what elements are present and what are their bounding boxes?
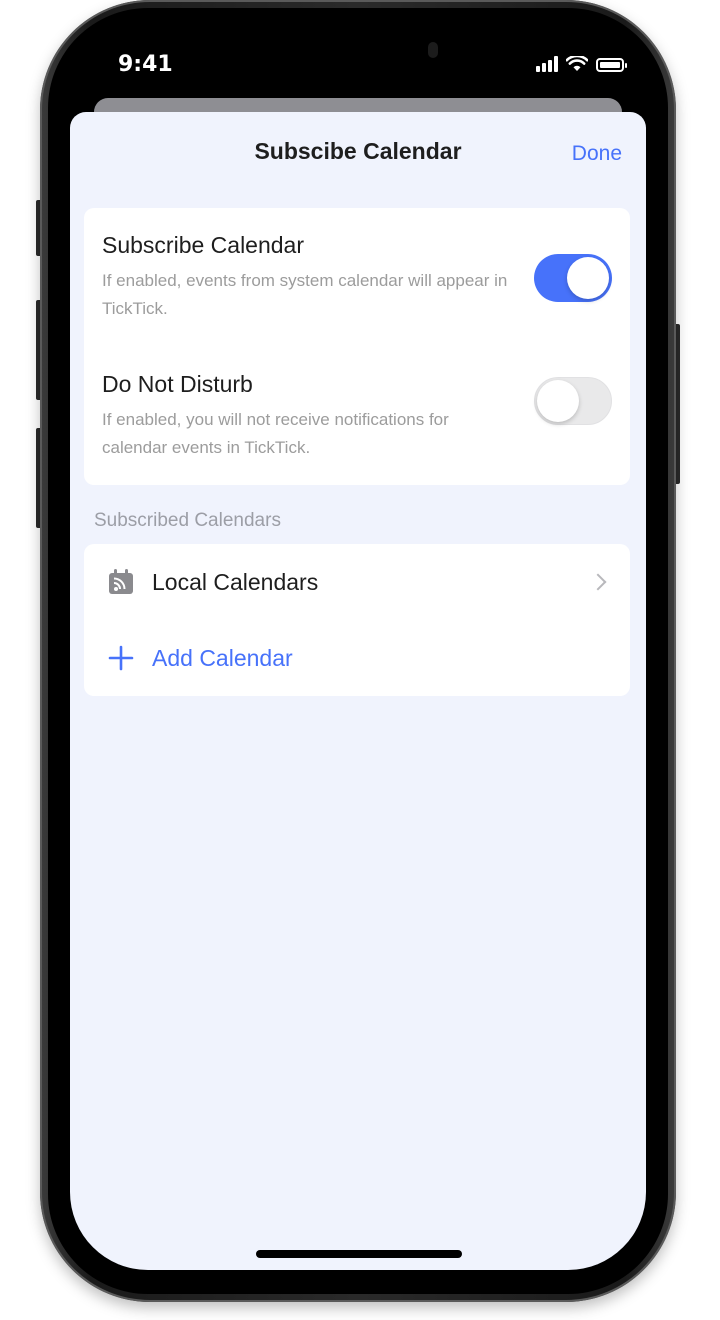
- settings-card: Subscribe Calendar If enabled, events fr…: [84, 208, 630, 485]
- do-not-disturb-setting: Do Not Disturb If enabled, you will not …: [102, 371, 612, 462]
- cellular-signal-icon: [536, 56, 558, 72]
- screen: 9:41 Subscibe Calendar Done Subscribe Ca…: [70, 30, 646, 1270]
- front-camera: [428, 42, 438, 58]
- home-indicator[interactable]: [256, 1250, 462, 1258]
- subscribed-calendars-header: Subscribed Calendars: [94, 510, 281, 531]
- do-not-disturb-toggle[interactable]: [534, 377, 612, 425]
- battery-icon: [596, 58, 627, 72]
- device: 9:41 Subscibe Calendar Done Subscribe Ca…: [0, 0, 720, 1320]
- add-calendar-button[interactable]: Add Calendar: [84, 620, 630, 696]
- status-icons: [536, 56, 627, 72]
- page-title: Subscibe Calendar: [254, 138, 462, 164]
- chevron-right-icon: [589, 573, 607, 591]
- calendar-feed-icon: [109, 569, 133, 594]
- setting-description: If enabled, events from system calendar …: [102, 271, 508, 318]
- subscribe-calendar-sheet: Subscibe Calendar Done Subscribe Calenda…: [70, 112, 646, 1270]
- add-calendar-label: Add Calendar: [152, 644, 293, 671]
- list-item-local-calendars[interactable]: Local Calendars: [84, 544, 630, 620]
- done-button[interactable]: Done: [572, 142, 622, 166]
- subscribed-calendars-card: Local Calendars Add Calendar: [84, 544, 630, 696]
- subscribe-calendar-setting: Subscribe Calendar If enabled, events fr…: [102, 232, 612, 323]
- status-time: 9:41: [118, 52, 173, 77]
- setting-description: If enabled, you will not receive notific…: [102, 410, 449, 457]
- wifi-icon: [566, 56, 588, 71]
- setting-title: Subscribe Calendar: [102, 232, 305, 258]
- subscribe-calendar-toggle[interactable]: [534, 254, 612, 302]
- plus-icon: [108, 645, 134, 671]
- list-item-label: Local Calendars: [152, 568, 319, 595]
